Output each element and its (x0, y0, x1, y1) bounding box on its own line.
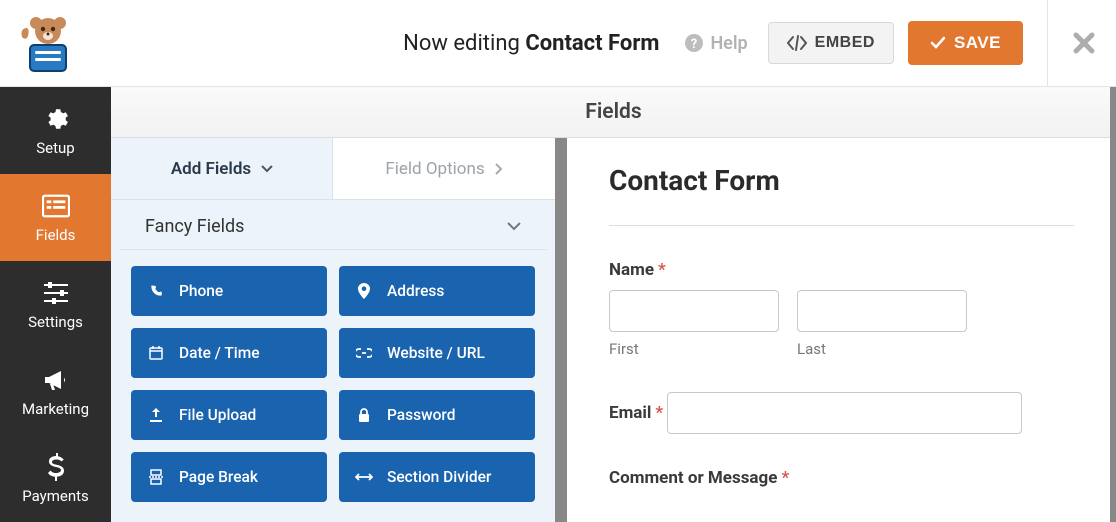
link-icon (355, 348, 373, 358)
rail-label: Settings (28, 313, 83, 331)
close-icon (1072, 31, 1096, 55)
rail-item-marketing[interactable]: Marketing (0, 348, 111, 435)
topbar: Now editing Contact Form ? Help EMBED SA… (0, 0, 1116, 87)
chevron-right-icon (495, 163, 503, 175)
rail-label: Payments (22, 487, 89, 505)
phone-icon (147, 284, 165, 298)
help-icon: ? (684, 33, 704, 53)
tab-add-fields[interactable]: Add Fields (111, 138, 333, 200)
sliders-icon (42, 279, 70, 307)
rail-item-payments[interactable]: Payments (0, 435, 111, 522)
calendar-icon (147, 346, 165, 360)
field-address[interactable]: Address (339, 266, 535, 316)
fields-panel: Add Fields Field Options Fancy Fields (111, 138, 561, 522)
help-label: Help (710, 33, 747, 54)
field-datetime[interactable]: Date / Time (131, 328, 327, 378)
svg-text:?: ? (691, 37, 697, 52)
pin-icon (355, 283, 373, 299)
field-pagebreak[interactable]: Page Break (131, 452, 327, 502)
embed-label: EMBED (815, 34, 875, 52)
field-label: Website / URL (387, 344, 485, 362)
required-mark: * (655, 403, 663, 423)
dollar-icon (42, 453, 70, 481)
editing-label: Now editing Contact Form (403, 31, 659, 56)
nav-rail: Setup Fields Settings Marketing Payments (0, 87, 111, 522)
editing-form-name: Contact Form (525, 31, 659, 56)
form-title: Contact Form (609, 164, 1074, 226)
first-name-input[interactable] (609, 290, 779, 332)
field-url[interactable]: Website / URL (339, 328, 535, 378)
upload-icon (147, 408, 165, 422)
chevron-down-icon (261, 165, 273, 173)
required-mark: * (781, 468, 789, 488)
embed-button[interactable]: EMBED (768, 22, 894, 64)
check-icon (930, 36, 946, 50)
email-input[interactable] (667, 392, 1022, 434)
field-label: File Upload (179, 406, 256, 424)
tab-label: Field Options (385, 159, 484, 179)
pagebreak-icon (147, 469, 165, 485)
divider-icon (355, 472, 373, 482)
field-phone[interactable]: Phone (131, 266, 327, 316)
field-label: Password (387, 406, 456, 424)
rail-label: Setup (36, 139, 74, 157)
field-label: Section Divider (387, 468, 491, 486)
label-text: Email (609, 403, 651, 423)
first-sublabel: First (609, 340, 779, 358)
name-label: Name * (609, 260, 666, 280)
comment-label: Comment or Message * (609, 468, 789, 488)
rail-item-setup[interactable]: Setup (0, 87, 111, 174)
app-logo (10, 8, 85, 78)
right-gutter (1110, 87, 1116, 522)
topbar-divider (1047, 0, 1048, 86)
section-title: Fields (111, 87, 1116, 138)
save-label: SAVE (954, 33, 1001, 53)
form-preview: Contact Form Name * First Last Email * (567, 138, 1116, 522)
label-text: Name (609, 260, 654, 280)
label-text: Comment or Message (609, 468, 777, 488)
last-name-input[interactable] (797, 290, 967, 332)
rail-label: Marketing (22, 400, 89, 418)
email-label: Email * (609, 403, 663, 423)
help-link[interactable]: ? Help (684, 33, 747, 54)
required-mark: * (658, 260, 666, 280)
section-label: Fancy Fields (145, 216, 244, 237)
bullhorn-icon (42, 366, 70, 394)
code-icon (787, 35, 807, 51)
field-upload[interactable]: File Upload (131, 390, 327, 440)
last-sublabel: Last (797, 340, 967, 358)
field-password[interactable]: Password (339, 390, 535, 440)
field-label: Date / Time (179, 344, 260, 362)
rail-label: Fields (36, 226, 76, 244)
field-label: Address (387, 282, 444, 300)
rail-item-settings[interactable]: Settings (0, 261, 111, 348)
fields-section-header[interactable]: Fancy Fields (119, 200, 547, 250)
field-divider[interactable]: Section Divider (339, 452, 535, 502)
lock-icon (355, 408, 373, 422)
field-label: Phone (179, 282, 223, 300)
tab-field-options[interactable]: Field Options (333, 138, 555, 200)
editing-prefix: Now editing (403, 31, 525, 56)
rail-item-fields[interactable]: Fields (0, 174, 111, 261)
close-button[interactable] (1072, 31, 1096, 55)
gear-icon (42, 105, 70, 133)
save-button[interactable]: SAVE (908, 21, 1023, 65)
tab-label: Add Fields (171, 159, 251, 179)
chevron-down-icon (507, 222, 521, 231)
form-icon (42, 192, 70, 220)
field-label: Page Break (179, 468, 258, 486)
